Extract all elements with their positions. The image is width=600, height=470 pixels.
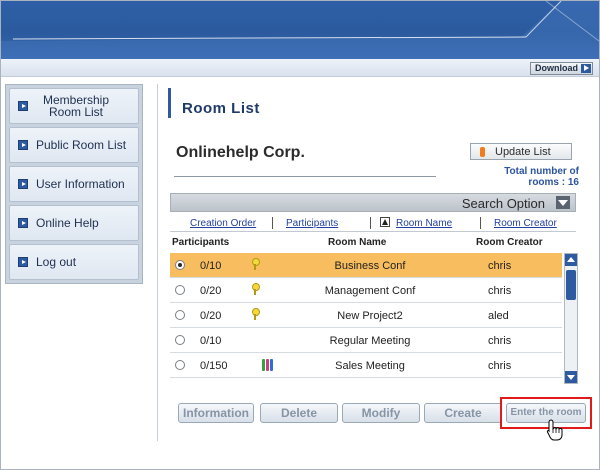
scroll-down-icon[interactable] [565,371,577,383]
room-name: New Project2 [337,310,403,322]
room-row[interactable]: 0/10 Regular Meeting chris [170,328,562,353]
sidebar-item-label: Log out [36,255,77,269]
divider [370,217,371,229]
column-header-room-creator: Room Creator [476,237,543,248]
key-icon [252,283,260,295]
sidebar-item-label: Online Help [36,216,99,230]
sidebar-item-label: Public Room List [36,138,127,152]
sort-room-name-link[interactable]: Room Name [396,218,452,229]
title-accent-bar [168,88,171,118]
update-list-label: Update List [495,146,551,158]
main-panel: Room List Onlinehelp Corp. Update List T… [157,84,593,441]
room-row[interactable]: 0/20 Management Conf chris [170,278,562,303]
room-row[interactable]: 0/150 Sales Meeting chris [170,353,562,378]
header-banner [1,1,599,59]
app-window: Download Membership Room List Public Roo… [0,0,600,470]
room-creator: chris [488,360,512,372]
room-creator: chris [488,285,512,297]
room-list-scrollbar[interactable] [564,253,578,384]
room-name: Business Conf [334,260,406,272]
bulb-icon [480,147,485,157]
arrow-right-icon [18,179,28,189]
room-creator: aled [488,310,509,322]
delete-button[interactable]: Delete [260,403,338,423]
sidebar-item-label: User Information [36,177,125,191]
sidebar-item-public-room-list[interactable]: Public Room List [9,127,139,163]
sort-participants-link[interactable]: Participants [286,218,338,229]
column-header-participants: Participants [172,237,230,248]
divider [272,217,273,229]
sidebar-item-label: Membership Room List [42,93,110,119]
sort-creation-order-link[interactable]: Creation Order [190,218,256,229]
people-icon [262,359,274,371]
room-radio[interactable] [175,285,185,295]
sidebar-item-membership-room-list[interactable]: Membership Room List [9,88,139,124]
room-radio[interactable] [175,335,185,345]
room-creator: chris [488,335,512,347]
scroll-up-icon[interactable] [565,254,577,266]
download-label: Download [535,63,578,73]
arrow-right-icon [581,64,591,73]
room-participants: 0/20 [200,285,222,297]
column-header-room-name: Room Name [328,237,387,248]
sidebar-item-user-information[interactable]: User Information [9,166,139,202]
room-name: Management Conf [324,285,416,297]
room-list: 0/10 Business Conf chris 0/20 Management… [170,253,562,384]
chevron-down-icon[interactable] [556,196,570,209]
information-button[interactable]: Information [178,403,254,423]
sidebar-item-log-out[interactable]: Log out [9,244,139,280]
sort-ascending-icon[interactable] [380,217,390,227]
hand-cursor-icon [546,419,563,441]
room-name: Sales Meeting [335,360,405,372]
room-participants: 0/10 [200,260,222,272]
download-button[interactable]: Download [530,62,593,75]
update-list-button[interactable]: Update List [470,143,572,160]
modify-button[interactable]: Modify [342,403,420,423]
room-radio[interactable] [175,360,185,370]
room-participants: 0/10 [200,335,222,347]
sidebar: Membership Room List Public Room List Us… [5,84,143,284]
search-option-bar[interactable]: Search Option [170,193,576,212]
room-name: Regular Meeting [329,335,411,347]
arrow-right-icon [18,140,28,150]
sidebar-item-online-help[interactable]: Online Help [9,205,139,241]
total-value: rooms : 16 [528,177,579,188]
key-icon [252,308,260,320]
sort-links-row: Creation Order Participants Room Name Ro… [170,214,576,232]
company-name: Onlinehelp Corp. [176,144,305,161]
key-icon [252,258,260,270]
divider [480,217,481,229]
scroll-thumb[interactable] [566,270,576,300]
header-subbar: Download [1,59,599,77]
room-row[interactable]: 0/20 New Project2 aled [170,303,562,328]
page-title: Room List [182,100,260,117]
sort-room-creator-link[interactable]: Room Creator [494,218,557,229]
total-rooms: Total number of rooms : 16 [504,166,579,188]
divider [174,176,436,177]
room-row[interactable]: 0/10 Business Conf chris [170,253,562,278]
arrow-right-icon [18,257,28,267]
total-label: Total number of [504,166,579,177]
room-radio[interactable] [175,260,185,270]
create-button[interactable]: Create [424,403,502,423]
room-participants: 0/150 [200,360,228,372]
arrow-right-icon [18,101,28,111]
room-creator: chris [488,260,512,272]
header-swoosh-graphic [1,1,599,59]
arrow-right-icon [18,218,28,228]
search-option-label: Search Option [461,196,545,211]
room-radio[interactable] [175,310,185,320]
room-participants: 0/20 [200,310,222,322]
